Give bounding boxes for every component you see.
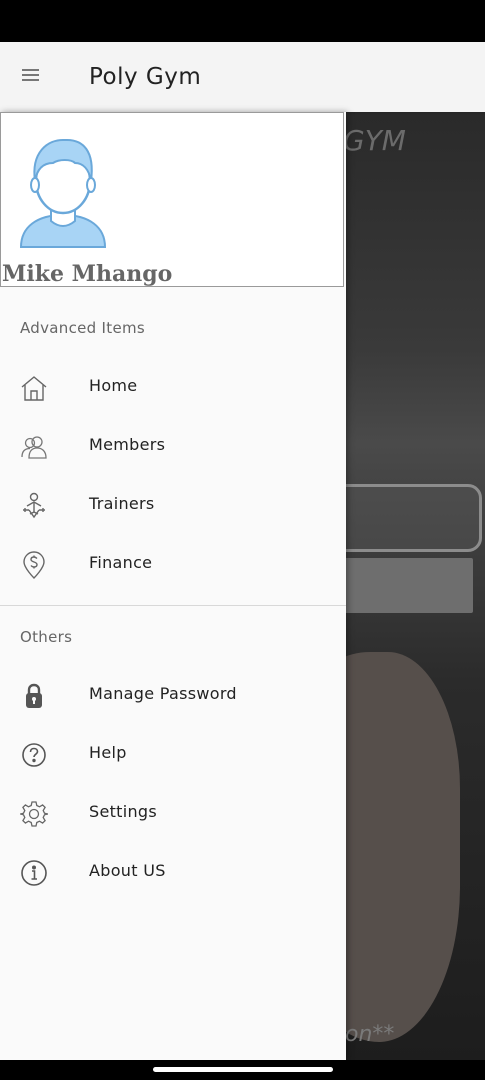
navigation-drawer: Mike Mhango Advanced Items Home Members …	[0, 112, 346, 1060]
trainer-icon	[23, 492, 45, 519]
menu-item-about[interactable]: About US	[0, 845, 346, 901]
menu-item-members[interactable]: Members	[0, 419, 346, 475]
background-watermark: GYM	[343, 124, 406, 157]
lock-icon	[26, 683, 42, 708]
app-title: Poly Gym	[89, 64, 202, 90]
background-bottom-text: on**	[345, 1022, 395, 1047]
info-icon	[21, 860, 47, 886]
hamburger-menu-icon[interactable]	[22, 66, 46, 88]
section-title-advanced: Advanced Items	[20, 319, 146, 337]
gear-icon	[20, 801, 48, 827]
menu-item-label: Help	[89, 743, 127, 762]
system-navigation-bar	[0, 1060, 485, 1080]
section-divider	[0, 605, 346, 606]
user-avatar-icon	[19, 138, 107, 248]
profile-name: Mike Mhango	[2, 261, 173, 287]
menu-item-home[interactable]: Home	[0, 360, 346, 416]
finance-icon	[23, 551, 45, 579]
status-bar	[0, 0, 485, 42]
menu-item-finance[interactable]: Finance	[0, 537, 346, 593]
menu-item-trainers[interactable]: Trainers	[0, 478, 346, 534]
menu-item-label: About US	[89, 861, 166, 880]
help-icon	[22, 743, 46, 767]
menu-item-label: Settings	[89, 802, 158, 821]
home-icon	[21, 376, 47, 401]
menu-item-label: Members	[89, 435, 166, 454]
menu-item-label: Home	[89, 376, 138, 395]
menu-item-label: Finance	[89, 553, 153, 572]
section-title-others: Others	[20, 628, 73, 646]
app-bar: Poly Gym	[0, 42, 485, 112]
menu-item-help[interactable]: Help	[0, 727, 346, 783]
menu-item-settings[interactable]: Settings	[0, 786, 346, 842]
profile-header[interactable]: Mike Mhango	[0, 112, 344, 287]
members-icon	[21, 436, 47, 459]
home-gesture-bar[interactable]	[153, 1067, 333, 1072]
menu-item-label: Manage Password	[89, 684, 237, 703]
menu-item-manage-password[interactable]: Manage Password	[0, 668, 346, 724]
menu-item-label: Trainers	[89, 494, 155, 513]
